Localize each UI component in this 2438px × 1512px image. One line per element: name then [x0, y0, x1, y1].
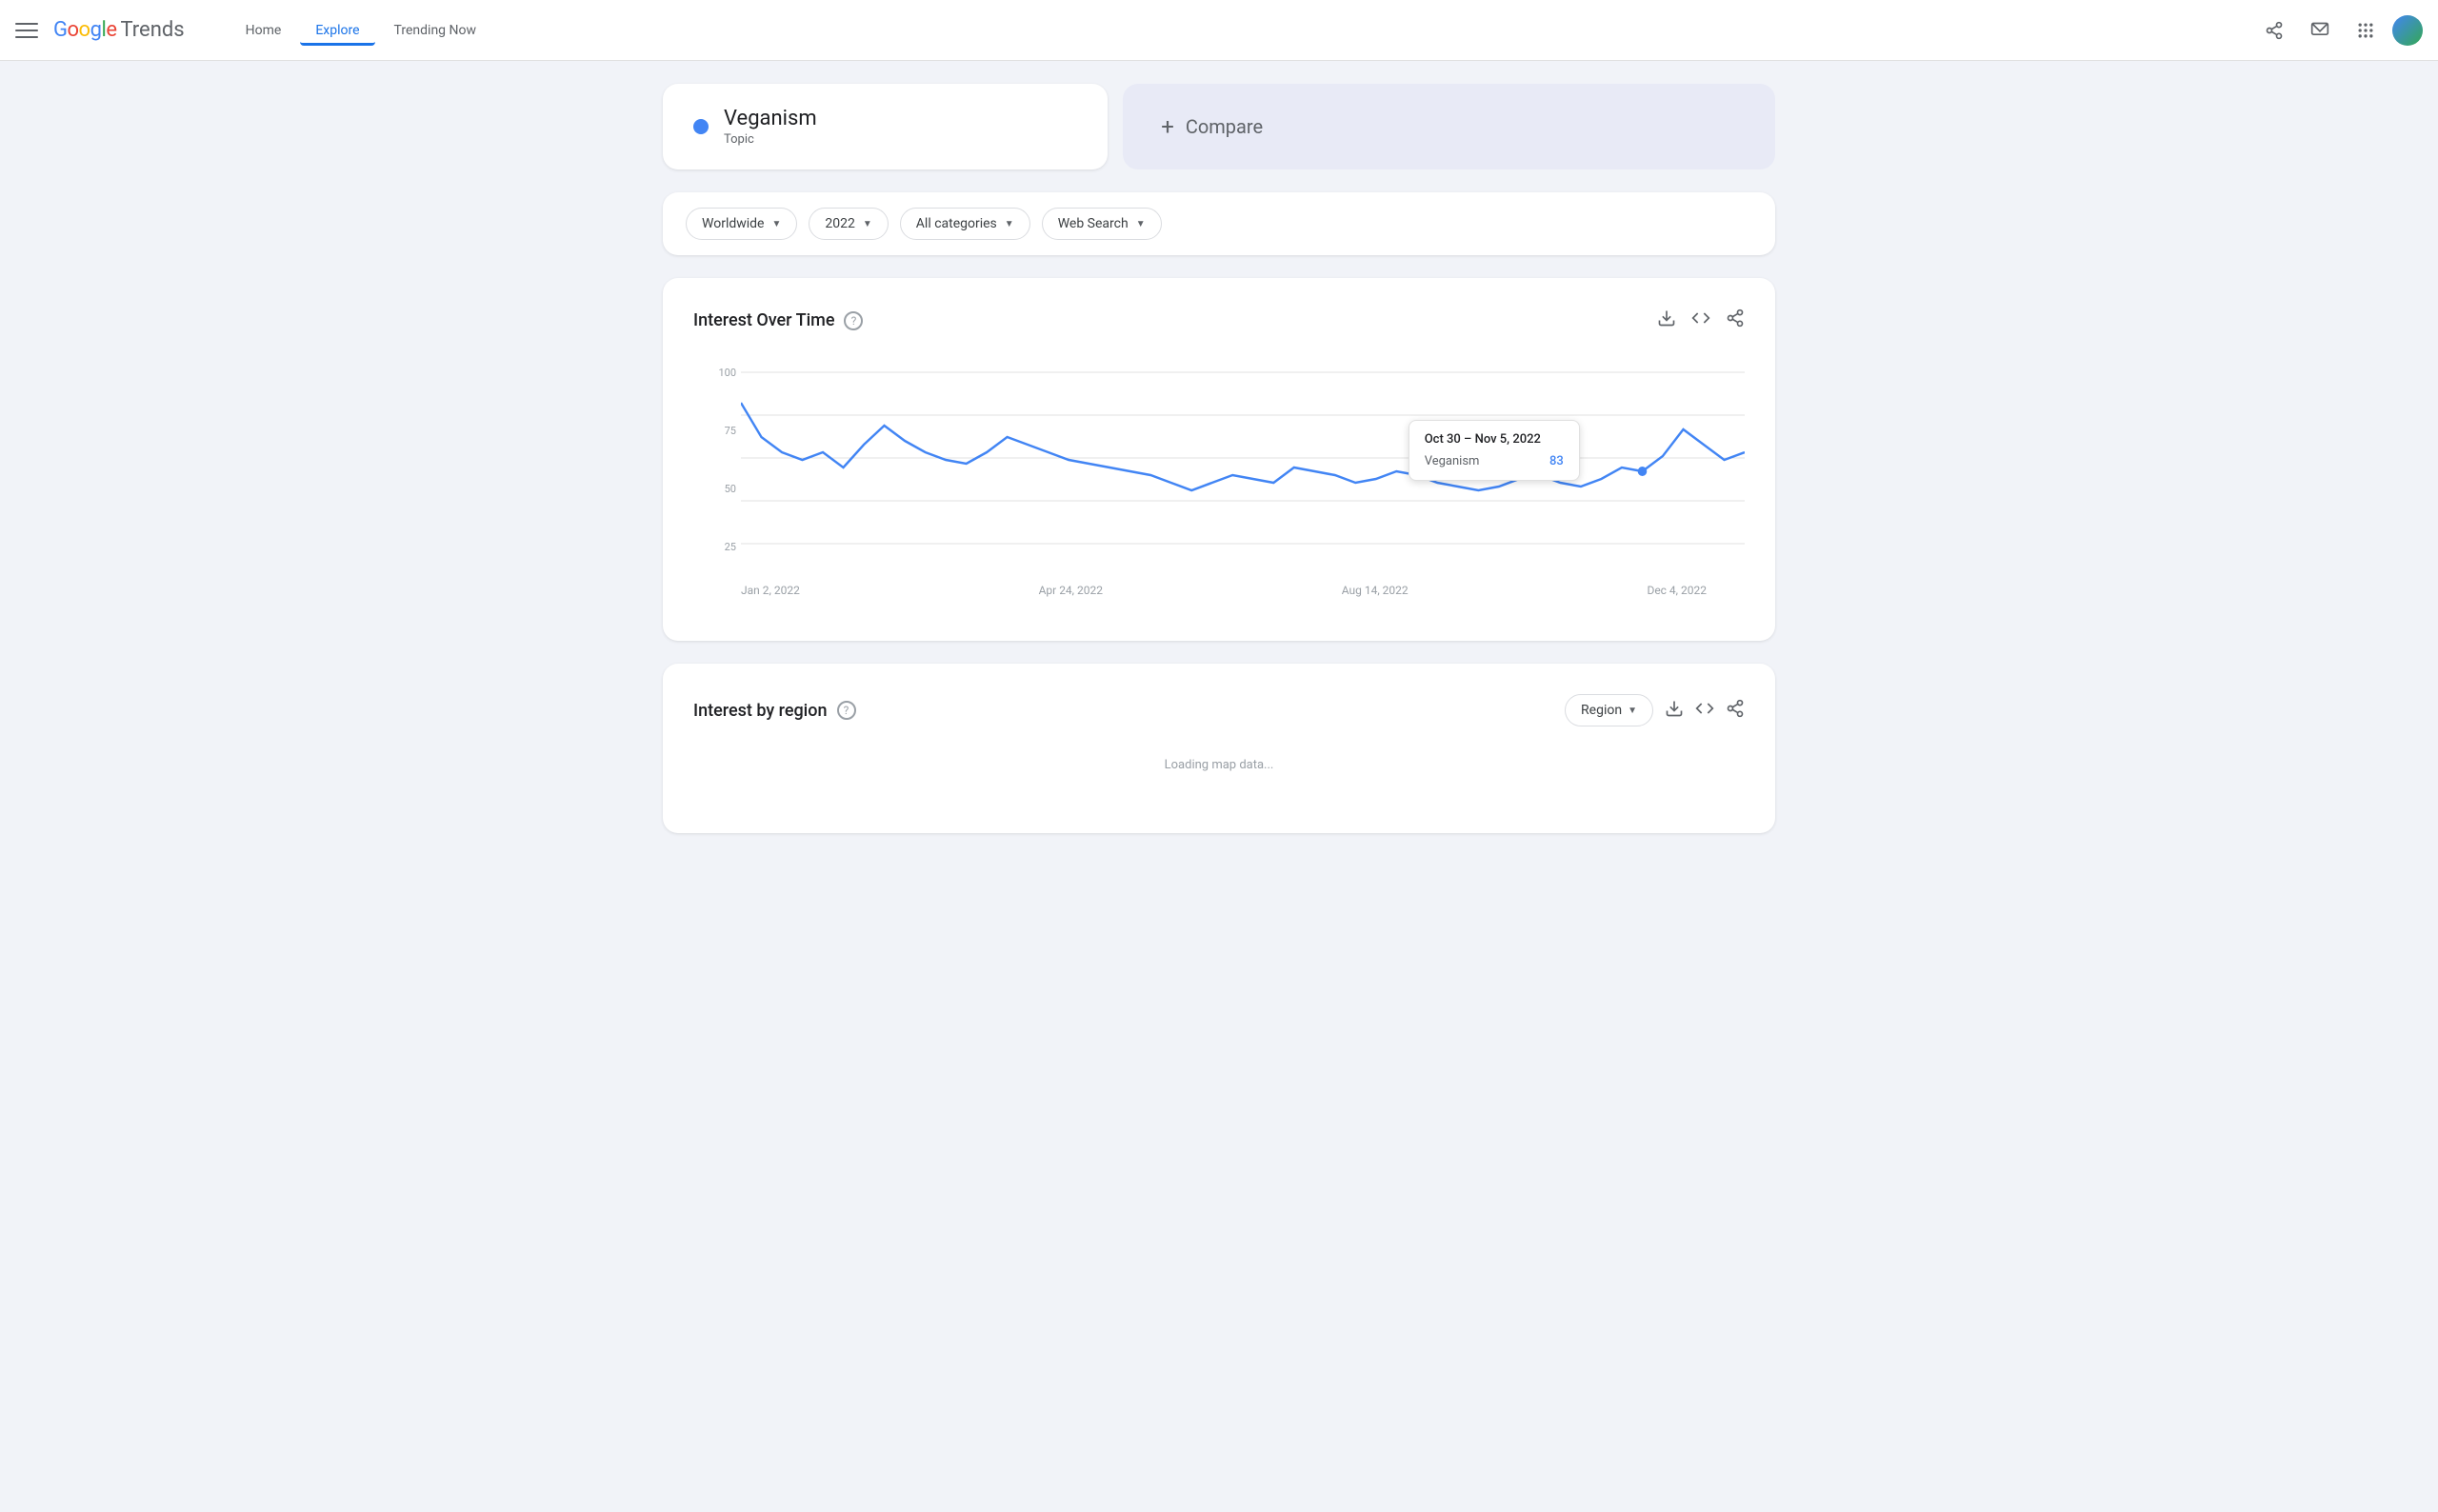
region-embed-icon[interactable] — [1695, 699, 1714, 723]
region-help-icon[interactable]: ? — [837, 701, 856, 720]
avatar[interactable] — [2392, 15, 2423, 46]
year-filter[interactable]: 2022 ▼ — [809, 208, 888, 240]
search-area: Veganism Topic + Compare — [663, 84, 1775, 169]
region-header: Interest by region ? Region ▼ — [693, 694, 1745, 726]
nav-trending[interactable]: Trending Now — [379, 15, 491, 46]
chart-header: Interest Over Time ? — [693, 308, 1745, 332]
chart-tooltip: Oct 30 – Nov 5, 2022 Veganism 83 — [1409, 420, 1580, 481]
tooltip-row: Veganism 83 — [1425, 454, 1564, 468]
nav-explore[interactable]: Explore — [300, 15, 374, 46]
x-label-aug: Aug 14, 2022 — [1342, 584, 1409, 597]
tooltip-value: 83 — [1549, 454, 1564, 468]
chart-container: 100 75 50 25 Jan 2, 2022 Apr 24, 2022 — [693, 363, 1745, 610]
region-filter-arrow: ▼ — [771, 219, 781, 229]
main-content: Veganism Topic + Compare Worldwide ▼ 202… — [648, 61, 1790, 856]
search-type: Topic — [724, 132, 817, 147]
year-filter-arrow: ▼ — [863, 219, 872, 229]
category-filter-label: All categories — [916, 216, 997, 231]
x-label-apr: Apr 24, 2022 — [1039, 584, 1103, 597]
region-select-arrow: ▼ — [1628, 706, 1637, 716]
year-filter-label: 2022 — [825, 216, 854, 231]
interest-by-region-card: Interest by region ? Region ▼ — [663, 664, 1775, 833]
chart-actions — [1657, 308, 1745, 332]
region-type-select[interactable]: Region ▼ — [1565, 694, 1653, 726]
search-dot — [693, 119, 709, 134]
region-filter[interactable]: Worldwide ▼ — [686, 208, 797, 240]
search-type-filter-label: Web Search — [1058, 216, 1129, 231]
filters-bar: Worldwide ▼ 2022 ▼ All categories ▼ Web … — [663, 192, 1775, 255]
share-button[interactable] — [2255, 11, 2293, 50]
y-label-50: 50 — [693, 483, 736, 495]
header-right — [2255, 11, 2423, 50]
header-left: Google Trends Home Explore Trending Now — [15, 15, 491, 46]
x-label-jan: Jan 2, 2022 — [741, 584, 800, 597]
region-title: Interest by region — [693, 701, 828, 721]
chart-download-icon[interactable] — [1657, 308, 1676, 332]
y-axis-labels: 100 75 50 25 — [693, 363, 736, 553]
nav-home[interactable]: Home — [230, 15, 297, 46]
y-label-100: 100 — [693, 367, 736, 379]
main-nav: Home Explore Trending Now — [230, 15, 491, 46]
search-topic-info: Veganism Topic — [724, 107, 817, 147]
logo[interactable]: Google Trends — [53, 18, 185, 42]
chart-help-icon[interactable]: ? — [844, 311, 863, 330]
category-filter-arrow: ▼ — [1005, 219, 1014, 229]
app-header: Google Trends Home Explore Trending Now — [0, 0, 2438, 61]
search-type-filter[interactable]: Web Search ▼ — [1042, 208, 1162, 240]
chart-embed-icon[interactable] — [1691, 308, 1710, 332]
x-label-dec: Dec 4, 2022 — [1647, 584, 1707, 597]
trends-logo-text: Trends — [120, 18, 184, 42]
region-select-label: Region — [1581, 703, 1622, 718]
region-placeholder: Loading map data... — [693, 726, 1745, 803]
search-card: Veganism Topic — [663, 84, 1108, 169]
search-type-filter-arrow: ▼ — [1136, 219, 1146, 229]
region-title-area: Interest by region ? — [693, 701, 856, 721]
region-share-icon[interactable] — [1726, 699, 1745, 723]
chart-title-area: Interest Over Time ? — [693, 310, 863, 330]
y-label-75: 75 — [693, 425, 736, 437]
chart-title: Interest Over Time — [693, 310, 834, 330]
tooltip-term: Veganism — [1425, 454, 1480, 468]
google-logo-text: Google — [53, 18, 116, 42]
category-filter[interactable]: All categories ▼ — [900, 208, 1030, 240]
chart-share-icon[interactable] — [1726, 308, 1745, 332]
tooltip-date: Oct 30 – Nov 5, 2022 — [1425, 432, 1564, 447]
search-term: Veganism — [724, 107, 817, 130]
compare-plus-icon: + — [1161, 113, 1174, 140]
region-actions: Region ▼ — [1565, 694, 1745, 726]
x-axis-labels: Jan 2, 2022 Apr 24, 2022 Aug 14, 2022 De… — [693, 576, 1745, 597]
compare-card[interactable]: + Compare — [1123, 84, 1775, 169]
apps-button[interactable] — [2347, 11, 2385, 50]
y-label-25: 25 — [693, 541, 736, 553]
region-download-icon[interactable] — [1665, 699, 1684, 723]
messages-button[interactable] — [2301, 11, 2339, 50]
compare-label: Compare — [1186, 115, 1263, 138]
interest-over-time-card: Interest Over Time ? — [663, 278, 1775, 641]
region-filter-label: Worldwide — [702, 216, 764, 231]
line-chart-svg — [741, 363, 1745, 572]
menu-icon[interactable] — [15, 19, 38, 42]
